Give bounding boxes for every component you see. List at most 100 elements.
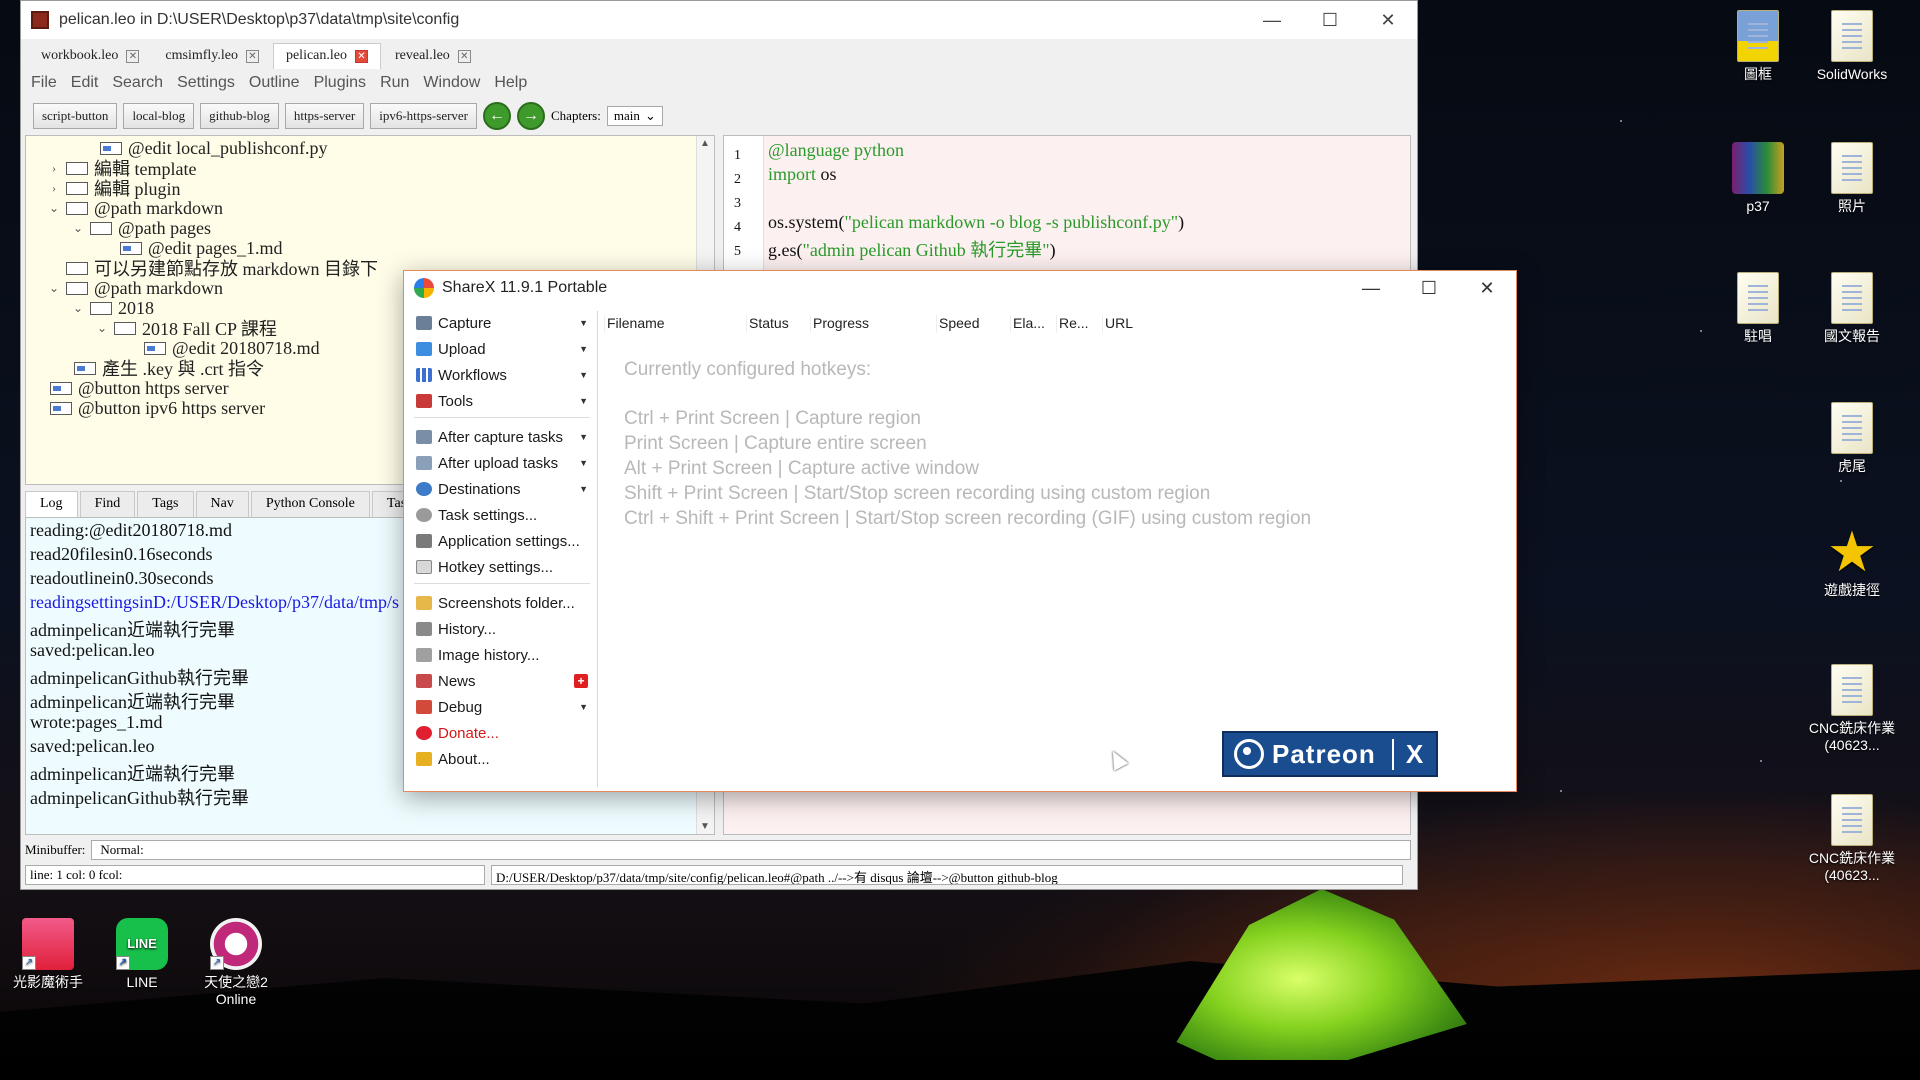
menu-workflows[interactable]: Workflows ▼ (410, 363, 592, 387)
patreon-close-button[interactable]: X (1392, 738, 1436, 770)
column-elapsed[interactable]: Ela... (1010, 315, 1045, 333)
menu-destinations[interactable]: Destinations ▼ (410, 477, 592, 501)
ipv6-https-server-button[interactable]: ipv6-https-server (370, 103, 478, 129)
menu-file[interactable]: File (31, 74, 57, 92)
minibuffer-input[interactable]: Normal: (91, 840, 1411, 860)
menu-search[interactable]: Search (112, 74, 163, 92)
column-speed[interactable]: Speed (936, 315, 979, 333)
close-tab-icon[interactable]: ✕ (457, 49, 471, 63)
menu-upload[interactable]: Upload ▼ (410, 337, 592, 361)
desktop-icon-game-shortcuts[interactable]: ★ 遊戲捷徑 (1804, 524, 1900, 599)
desktop-icon-photo-app[interactable]: ↗ 光影魔術手 (0, 918, 96, 991)
tab-tags[interactable]: Tags (137, 491, 194, 517)
collapse-arrow-icon[interactable]: ⌄ (46, 201, 62, 216)
menu-news[interactable]: News + (410, 669, 592, 693)
node-icon (66, 181, 88, 195)
https-server-button[interactable]: https-server (284, 103, 365, 129)
tab-pelican[interactable]: pelican.leo ✕ (272, 43, 381, 69)
sharex-titlebar[interactable]: ShareX 11.9.1 Portable — ☐ ✕ (404, 271, 1516, 305)
leo-titlebar[interactable]: pelican.leo in D:\USER\Desktop\p37\data\… (21, 1, 1417, 39)
forward-arrow-icon[interactable]: → (517, 102, 546, 130)
outline-node[interactable]: @button ipv6 https server (46, 396, 265, 420)
desktop-icon-cnc-2[interactable]: CNC銑床作業(40623... (1804, 794, 1900, 884)
desktop-icon-tuku[interactable]: 圖框 (1710, 10, 1806, 83)
desktop-icon-zhuchang[interactable]: 駐唱 (1710, 272, 1806, 345)
desktop-icon-huwei[interactable]: 虎尾 (1804, 402, 1900, 475)
menu-application-settings[interactable]: Application settings... (410, 529, 592, 553)
close-tab-icon[interactable]: ✕ (126, 49, 140, 63)
close-button[interactable]: ✕ (1359, 1, 1417, 39)
column-remaining[interactable]: Re... (1056, 315, 1089, 333)
menu-history[interactable]: History... (410, 617, 592, 641)
menu-image-history[interactable]: Image history... (410, 643, 592, 667)
maximize-button[interactable]: ☐ (1301, 1, 1359, 39)
leo-app-icon (31, 11, 49, 29)
menu-debug[interactable]: Debug ▼ (410, 695, 592, 719)
collapse-arrow-icon[interactable]: ⌄ (46, 281, 62, 296)
column-filename[interactable]: Filename (604, 315, 665, 333)
menu-screenshots-folder[interactable]: Screenshots folder... (410, 591, 592, 615)
minimize-button[interactable]: — (1243, 1, 1301, 39)
menu-plugins[interactable]: Plugins (314, 74, 366, 92)
expand-arrow-icon[interactable]: › (46, 181, 62, 196)
desktop-icon-label: 天使之戀2 Online (204, 974, 268, 1007)
collapse-arrow-icon[interactable]: ⌄ (70, 221, 86, 236)
menu-donate[interactable]: Donate... (410, 721, 592, 745)
script-button[interactable]: script-button (33, 103, 118, 129)
minimize-button[interactable]: — (1342, 271, 1400, 305)
desktop-icon-report[interactable]: 國文報告 (1804, 272, 1900, 345)
column-url[interactable]: URL (1102, 315, 1133, 333)
menu-label: Upload (438, 340, 486, 358)
scroll-down-icon[interactable]: ▼ (700, 821, 710, 832)
menu-outline[interactable]: Outline (249, 74, 300, 92)
star-decoration (1700, 330, 1702, 332)
tab-workbook[interactable]: workbook.leo ✕ (29, 44, 151, 69)
back-arrow-icon[interactable]: ← (483, 102, 512, 130)
close-button[interactable]: ✕ (1458, 271, 1516, 305)
tab-reveal[interactable]: reveal.leo ✕ (383, 44, 483, 69)
menu-after-capture-tasks[interactable]: After capture tasks ▼ (410, 425, 592, 449)
collapse-arrow-icon[interactable]: ⌄ (70, 301, 86, 316)
desktop-icon-angel-love[interactable]: ↗ 天使之戀2 Online (188, 918, 284, 1008)
tab-log[interactable]: Log (25, 491, 78, 517)
patreon-banner[interactable]: Patreon X (1222, 731, 1438, 777)
menu-tools[interactable]: Tools ▼ (410, 389, 592, 413)
collapse-arrow-icon[interactable]: ⌄ (94, 321, 110, 336)
column-progress[interactable]: Progress (810, 315, 869, 333)
close-tab-icon[interactable]: ✕ (355, 49, 368, 63)
menu-help[interactable]: Help (494, 74, 527, 92)
desktop-icon-p37[interactable]: p37 (1710, 142, 1806, 215)
menu-hotkey-settings[interactable]: Hotkey settings... (410, 555, 592, 579)
menu-window[interactable]: Window (423, 74, 480, 92)
node-marker-icon (120, 241, 142, 255)
tab-python-console[interactable]: Python Console (250, 491, 370, 517)
local-blog-button[interactable]: local-blog (123, 103, 195, 129)
status-position: line: 1 col: 0 fcol: (25, 865, 485, 885)
desktop-icon-cnc-1[interactable]: CNC銑床作業(40623... (1804, 664, 1900, 754)
menu-after-upload-tasks[interactable]: After upload tasks ▼ (410, 451, 592, 475)
desktop-icon-solidworks[interactable]: SolidWorks (1804, 10, 1900, 83)
chapters-select[interactable]: main ⌄ (606, 106, 663, 126)
submenu-arrow-icon: ▼ (579, 370, 588, 380)
tab-find[interactable]: Find (79, 491, 136, 517)
desktop-icon-line[interactable]: LINE ↗ LINE (94, 918, 190, 991)
workflows-grid-icon (416, 368, 432, 382)
column-status[interactable]: Status (746, 315, 789, 333)
tab-nav[interactable]: Nav (195, 491, 249, 517)
status-path: D:/USER/Desktop/p37/data/tmp/site/config… (491, 865, 1403, 885)
menu-task-settings[interactable]: Task settings... (410, 503, 592, 527)
menu-run[interactable]: Run (380, 74, 409, 92)
minimize-icon: — (1263, 9, 1281, 30)
maximize-button[interactable]: ☐ (1400, 271, 1458, 305)
menu-edit[interactable]: Edit (71, 74, 99, 92)
desktop-icon-photos[interactable]: 照片 (1804, 142, 1900, 215)
scroll-up-icon[interactable]: ▲ (700, 138, 710, 149)
tab-cmsimfly[interactable]: cmsimfly.leo ✕ (153, 44, 271, 69)
close-tab-icon[interactable]: ✕ (245, 49, 259, 63)
code-text: g.es( (768, 240, 803, 260)
menu-settings[interactable]: Settings (177, 74, 235, 92)
expand-arrow-icon[interactable]: › (46, 161, 62, 176)
menu-capture[interactable]: Capture ▼ (410, 311, 592, 335)
menu-about[interactable]: About... (410, 747, 592, 771)
github-blog-button[interactable]: github-blog (200, 103, 279, 129)
